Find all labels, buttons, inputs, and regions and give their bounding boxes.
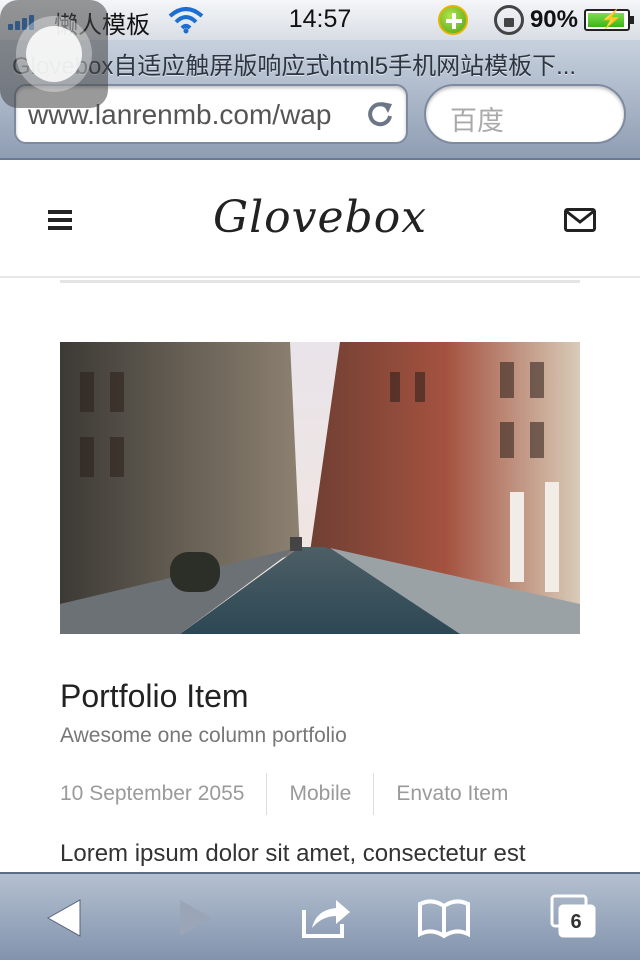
portfolio-subtitle: Awesome one column portfolio <box>60 724 347 747</box>
portfolio-body: Lorem ipsum dolor sit amet, consectetur … <box>60 840 526 867</box>
meta-category[interactable]: Mobile <box>289 782 351 806</box>
meta-separator <box>266 773 268 815</box>
meta-source[interactable]: Envato Item <box>396 782 508 806</box>
reload-icon[interactable] <box>364 98 396 130</box>
bookmarks-icon[interactable] <box>416 890 472 946</box>
battery-icon: ⚡ <box>584 9 634 31</box>
rotation-lock-icon <box>493 5 524 35</box>
plus-icon <box>437 5 468 35</box>
assistive-touch-button[interactable] <box>0 0 108 108</box>
tab-count[interactable]: 6 <box>560 908 592 938</box>
share-icon[interactable] <box>298 890 354 946</box>
forward-icon[interactable] <box>166 890 222 946</box>
battery-percent: 90% <box>529 6 578 33</box>
mail-icon[interactable] <box>564 208 596 232</box>
portfolio-image[interactable] <box>60 342 580 634</box>
browser-toolbar <box>0 872 640 960</box>
site-header: Glovebox <box>0 160 640 278</box>
portfolio-meta: 10 September 2055 Mobile Envato Item <box>60 772 508 816</box>
meta-date: 10 September 2055 <box>60 782 245 805</box>
search-input[interactable]: 百度 <box>424 84 626 144</box>
search-placeholder: 百度 <box>450 106 504 137</box>
portfolio-title[interactable]: Portfolio Item <box>60 678 249 715</box>
back-icon[interactable] <box>38 890 94 946</box>
meta-separator <box>373 773 375 815</box>
site-logo[interactable]: Glovebox <box>0 192 640 243</box>
header-divider <box>60 280 580 283</box>
